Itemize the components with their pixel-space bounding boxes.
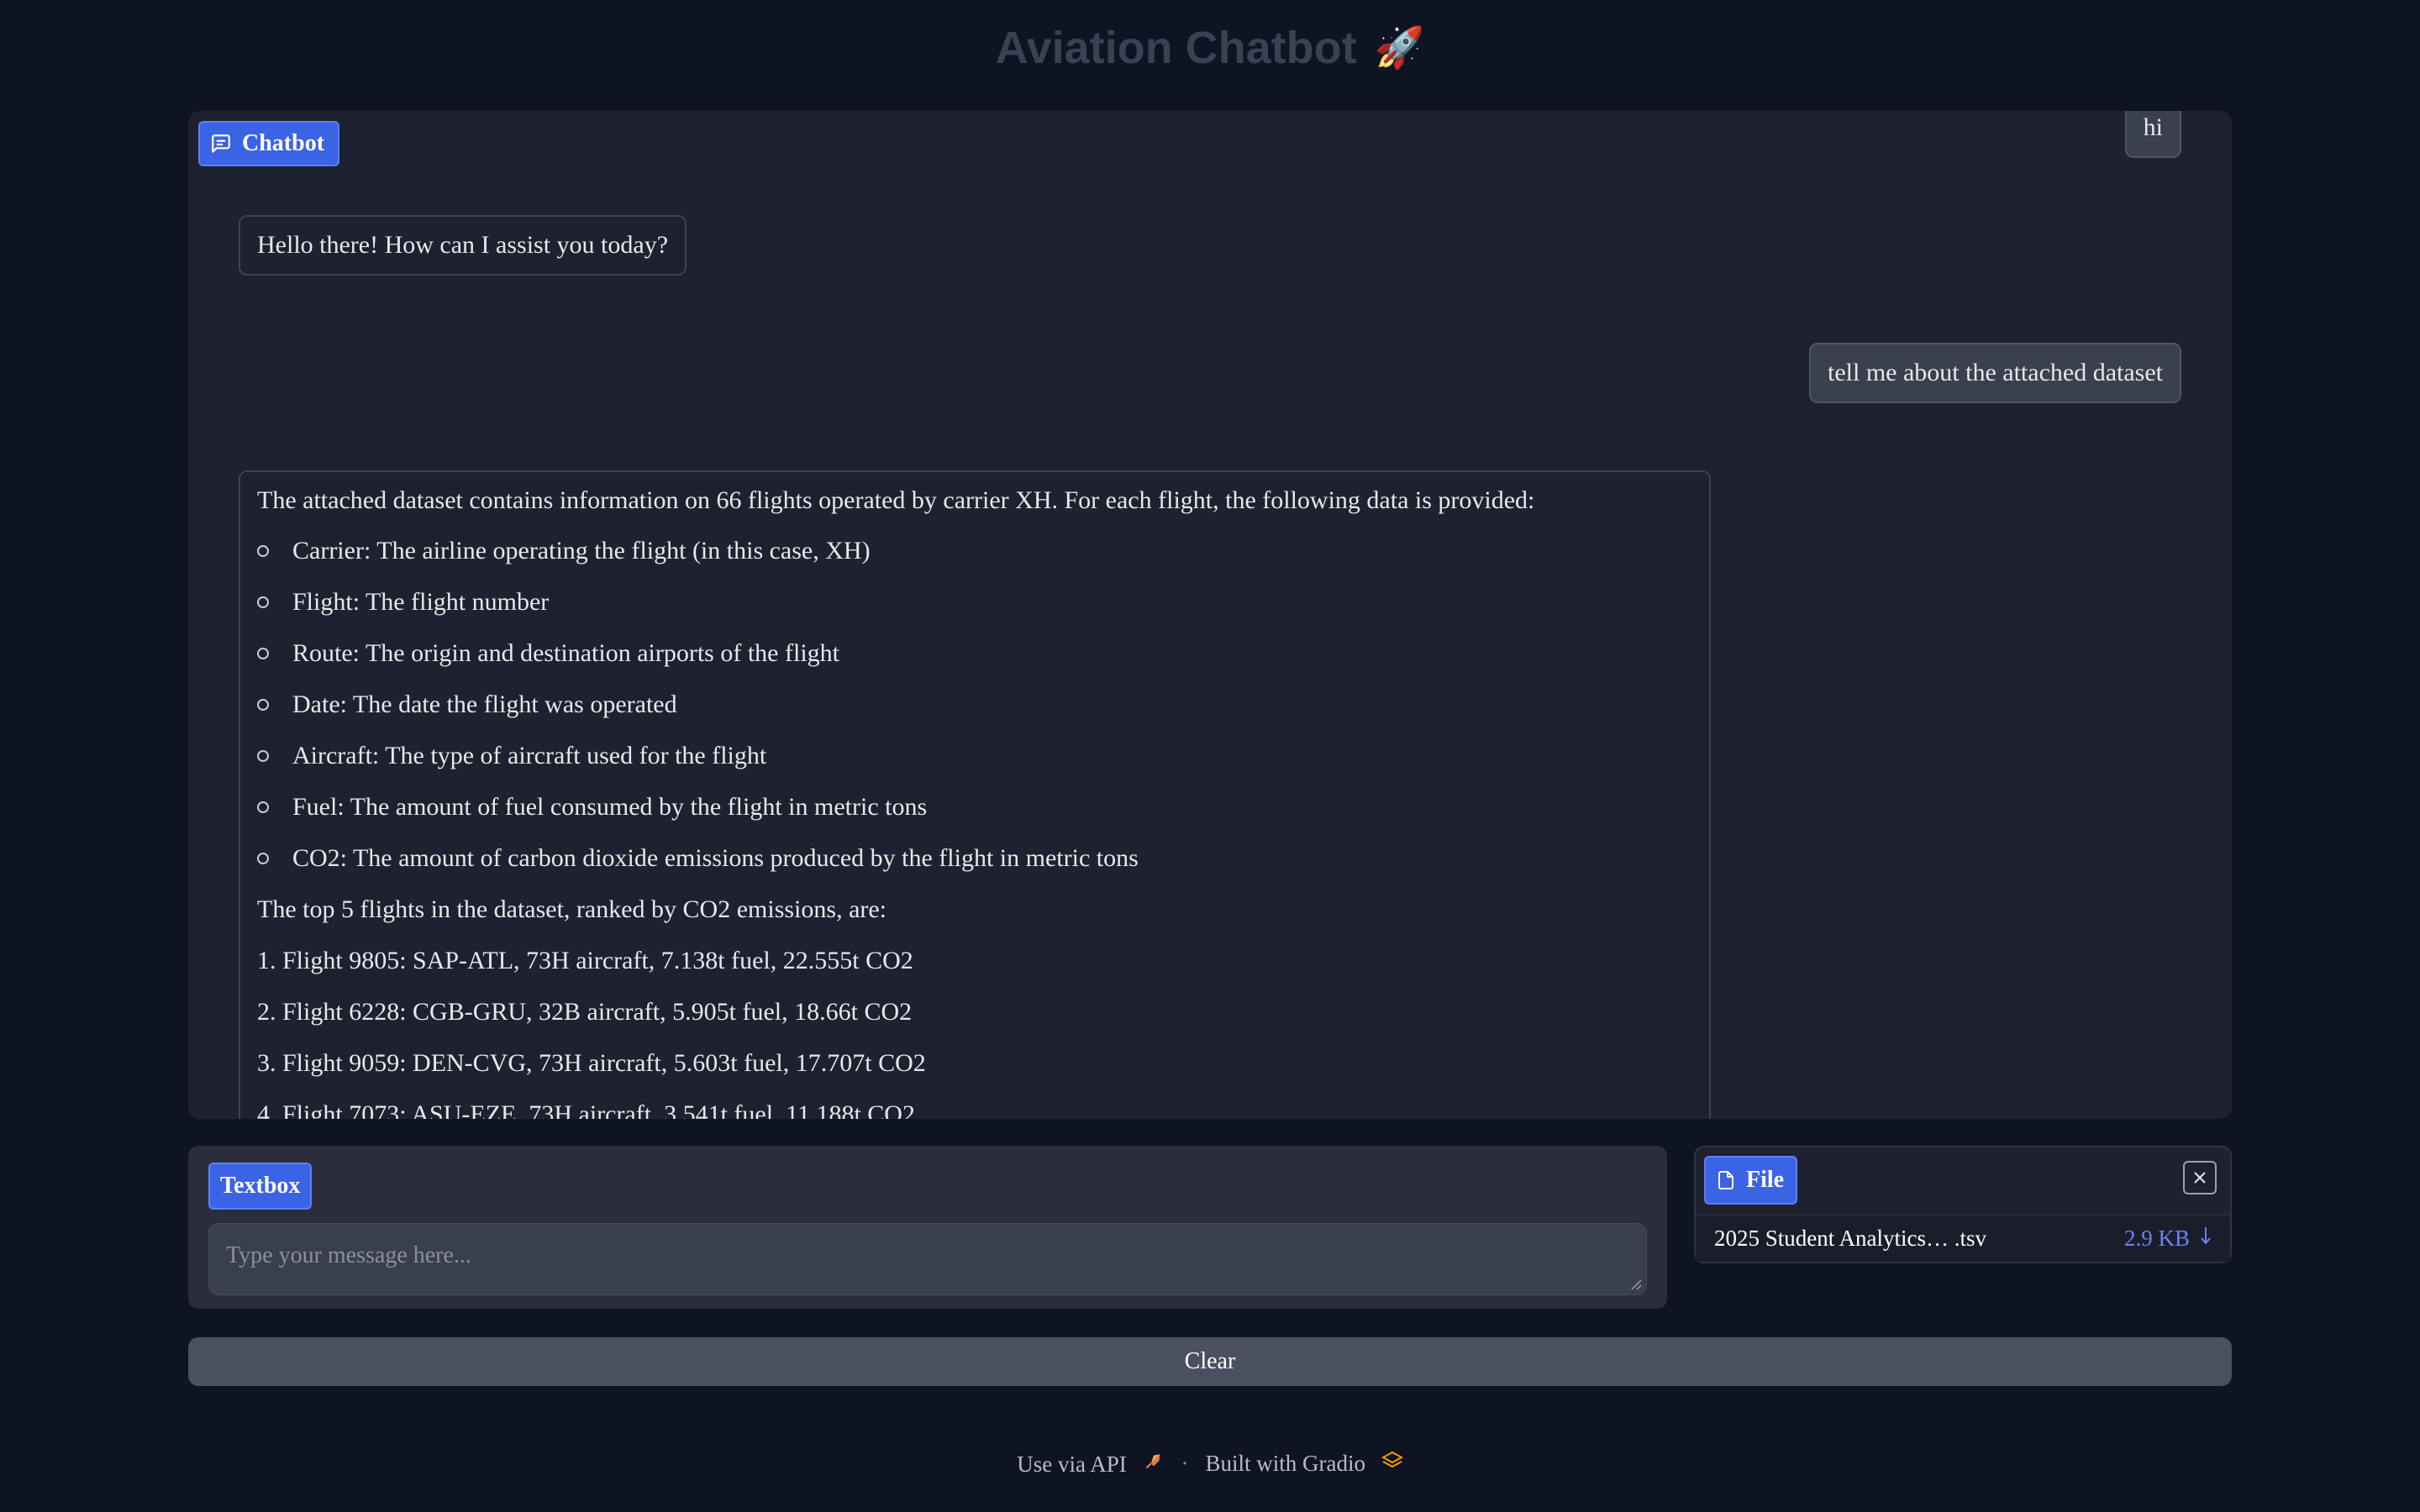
list-item: Flight: The flight number [257, 585, 1692, 619]
gradio-logo-icon [1381, 1451, 1403, 1471]
chatbot-label: Chatbot [242, 130, 325, 156]
remove-file-button[interactable] [2183, 1161, 2217, 1194]
file-size: 2.9 KB [2123, 1226, 2190, 1251]
answer-intro: The attached dataset contains informatio… [257, 486, 1535, 514]
uploaded-file-row: 2025 Student Analytics… .tsv 2.9 KB [1696, 1215, 2230, 1262]
file-icon [1716, 1169, 1736, 1191]
message-input[interactable] [208, 1223, 1647, 1295]
list-item: Carrier: The airline operating the fligh… [257, 534, 1692, 568]
chat-icon [210, 133, 232, 155]
download-arrow-icon [2200, 1226, 2212, 1252]
rocket-emoji: 🚀 [1374, 26, 1425, 71]
app-title-text: Aviation Chatbot [995, 23, 1357, 73]
file-label: File [1746, 1167, 1785, 1193]
user-message-hi: hi [2124, 111, 2181, 158]
built-with-gradio-link[interactable]: Built with Gradio [1206, 1451, 1403, 1477]
chatbot-panel[interactable]: hi Chatbot Hello there! How can I assist… [188, 111, 2232, 1119]
list-item: 3. Flight 9059: DEN-CVG, 73H aircraft, 5… [257, 1049, 926, 1077]
list-item: Fuel: The amount of fuel consumed by the… [257, 790, 1692, 824]
answer-field-list: Carrier: The airline operating the fligh… [257, 534, 1692, 875]
textbox-label-badge: Textbox [208, 1163, 313, 1210]
api-link-text: Use via API [1017, 1452, 1127, 1477]
built-with-text: Built with Gradio [1205, 1451, 1366, 1476]
answer-top-heading: The top 5 flights in the dataset, ranked… [257, 895, 887, 923]
file-download-link[interactable]: 2.9 KB [2124, 1226, 2212, 1252]
list-item: 2. Flight 6228: CGB-GRU, 32B aircraft, 5… [257, 998, 913, 1026]
bot-message-greeting: Hello there! How can I assist you today? [239, 215, 687, 276]
footer-separator: · [1181, 1451, 1189, 1476]
user-message-dataset: tell me about the attached dataset [1809, 343, 2181, 403]
bot-message-dataset-answer: The attached dataset contains informatio… [239, 470, 1711, 1119]
file-name: 2025 Student Analytics… .tsv [1714, 1226, 1986, 1251]
textbox-label: Textbox [220, 1173, 301, 1199]
list-item: Route: The origin and destination airpor… [257, 637, 1692, 670]
close-icon [2192, 1170, 2207, 1185]
list-item: CO2: The amount of carbon dioxide emissi… [257, 842, 1692, 875]
chatbot-label-badge: Chatbot [198, 121, 340, 166]
file-panel: File 2025 Student Analytics… .tsv 2.9 KB [1694, 1146, 2232, 1263]
list-item: Date: The date the flight was operated [257, 688, 1692, 722]
textbox-panel: Textbox [188, 1146, 1667, 1309]
resize-handle-icon[interactable] [1630, 1278, 1642, 1290]
footer: Use via API · Built with Gradio [0, 1450, 2420, 1478]
clear-button[interactable]: Clear [188, 1337, 2232, 1386]
rocket-icon [1143, 1450, 1165, 1472]
file-label-badge: File [1704, 1156, 1798, 1205]
list-item: 1. Flight 9805: SAP-ATL, 73H aircraft, 7… [257, 947, 913, 974]
use-via-api-link[interactable]: Use via API [1017, 1450, 1164, 1478]
list-item: Aircraft: The type of aircraft used for … [257, 739, 1692, 773]
answer-top-list: 1. Flight 9805: SAP-ATL, 73H aircraft, 7… [257, 944, 1692, 1119]
app-title: Aviation Chatbot 🚀 [0, 22, 2420, 74]
list-item: 4. Flight 7073: ASU-EZE, 73H aircraft, 3… [257, 1100, 915, 1119]
